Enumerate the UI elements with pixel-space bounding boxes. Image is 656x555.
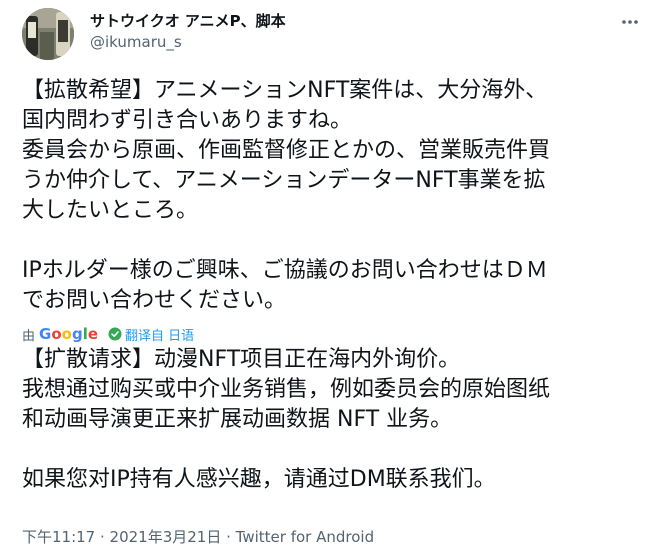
avatar-image <box>22 8 74 60</box>
translated-by-label: 由 <box>22 328 36 344</box>
translated-text: 【扩散请求】动漫NFT项目正在海内外询价。 我想通过购买或中介业务销售，例如委员… <box>22 347 551 492</box>
translation-toggle-link[interactable]: 翻译自 日语 <box>108 325 194 344</box>
more-horizontal-icon <box>622 20 638 24</box>
author-handle[interactable]: @ikumaru_s <box>90 33 182 51</box>
tweet-card: サトウイクオ アニメP、脚本 @ikumaru_s 【拡散希望】アニメーションN… <box>0 0 656 555</box>
avatar[interactable] <box>22 8 74 60</box>
meta-separator: · <box>221 528 236 546</box>
tweet-time-link[interactable]: 下午11:17 <box>22 528 95 546</box>
author-name[interactable]: サトウイクオ アニメP、脚本 <box>90 10 286 31</box>
tweet-meta: 下午11:17 · 2021年3月21日 · Twitter for Andro… <box>22 526 374 547</box>
tweet-date-link[interactable]: 2021年3月21日 <box>110 528 222 546</box>
tweet-source-link[interactable]: Twitter for Android <box>236 528 374 546</box>
tweet-text: 【拡散希望】アニメーションNFT案件は、大分海外、 国内問わず引き合いありますね… <box>22 78 551 313</box>
translation-bar: 由 Google 翻译自 日语 <box>22 323 194 345</box>
google-logo: Google <box>39 325 99 343</box>
translation-action-label: 翻译自 日语 <box>125 328 195 344</box>
meta-separator: · <box>95 528 110 546</box>
translate-check-icon <box>108 327 122 341</box>
more-options-button[interactable] <box>616 8 644 36</box>
